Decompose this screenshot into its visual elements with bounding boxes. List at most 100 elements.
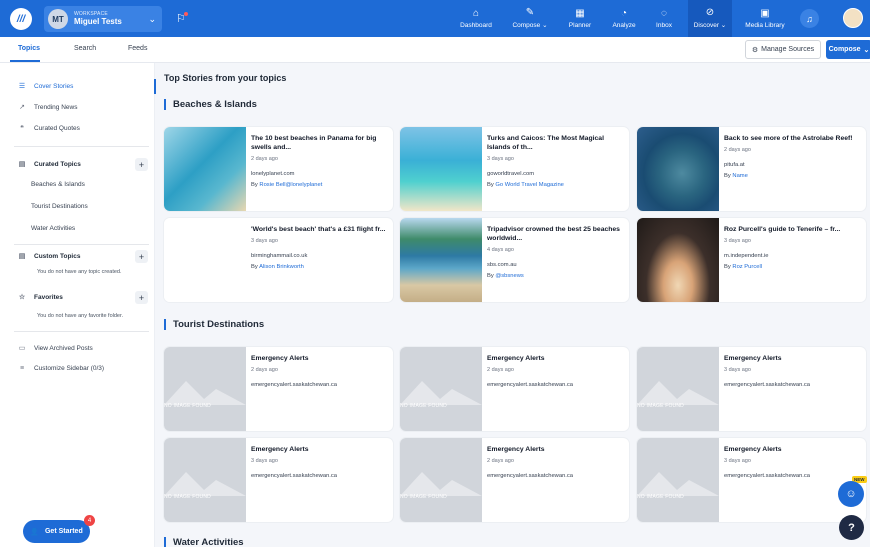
bell-icon[interactable]: ♫ [800,9,819,28]
help-button[interactable]: ? [839,515,864,540]
story-author[interactable]: Rosie Bell@lonelyplanet [259,182,322,188]
story-domain: sbs.com.au [487,262,517,268]
user-avatar[interactable] [843,8,863,28]
nav-discover[interactable]: ⊘ Discover ⌄ [688,0,732,37]
no-image-label: NO IMAGE FOUND [400,403,447,409]
sidebar-item-beaches-islands[interactable]: Beaches & Islands [31,181,85,188]
nav-label: Dashboard [460,21,492,29]
mountain-icon [400,381,482,405]
section-title-tourist: Tourist Destinations [164,319,264,330]
sidebar-item-customize[interactable]: ≡ Customize Sidebar (0/3) [18,365,104,372]
story-card[interactable]: NO IMAGE FOUND Emergency Alerts 3 days a… [164,438,393,522]
story-time: 3 days ago [724,367,751,373]
tab-topics[interactable]: Topics [18,45,40,52]
by-label: By [487,273,494,279]
story-card[interactable]: The 10 best beaches in Panama for big sw… [164,127,393,211]
story-card[interactable]: NO IMAGE FOUND Emergency Alerts 3 days a… [637,347,866,431]
compose-button[interactable]: Compose ⌄ [826,40,870,59]
divider [14,146,149,147]
media-icon: ▣ [760,7,770,19]
sidebar-item-water-activities[interactable]: Water Activities [31,225,75,232]
by-label: By [487,182,494,188]
story-card[interactable]: NO IMAGE FOUND Emergency Alerts 3 days a… [637,438,866,522]
nav-dashboard[interactable]: ⌂ Dashboard [452,0,500,37]
story-domain: emergencyalert.saskatchewan.ca [487,473,574,479]
nav-analyze[interactable]: ◔ Analyze [606,0,642,37]
story-domain: emergencyalert.saskatchewan.ca [724,473,811,479]
story-card[interactable]: 'World's best beach' that's a £31 flight… [164,218,393,302]
add-favorite-button[interactable]: + [135,291,148,304]
sidebar-item-curated-quotes[interactable]: ❝ Curated Quotes [18,124,80,133]
story-author[interactable]: Go World Travel Magazine [495,182,564,188]
assistant-bot-button[interactable]: ☺ [838,481,864,507]
nav-planner[interactable]: ▦ Planner [562,0,598,37]
story-domain: emergencyalert.saskatchewan.ca [251,382,338,388]
story-time: 2 days ago [487,458,514,464]
story-title[interactable]: 'World's best beach' that's a £31 flight… [251,225,388,234]
no-image-placeholder: NO IMAGE FOUND [637,347,719,431]
nav-compose[interactable]: ✎ Compose ⌄ [506,0,554,37]
sidebar-curated-topics-header[interactable]: ▤ Curated Topics [18,160,81,169]
story-title[interactable]: Roz Purcell's guide to Tenerife – fr... [724,225,861,234]
sidebar: ☰ Cover Stories ↗ Trending News ❝ Curate… [0,63,155,547]
story-title[interactable]: Tripadvisor crowned the best 25 beaches … [487,225,624,243]
story-author[interactable]: Alison Brinkworth [259,264,304,270]
story-title[interactable]: Turks and Caicos: The Most Magical Islan… [487,134,624,152]
story-title[interactable]: Emergency Alerts [251,354,388,363]
nav-media-library[interactable]: ▣ Media Library [740,0,790,37]
calendar-icon: ▦ [575,7,585,19]
workspace-label: WORKSPACE [74,11,108,17]
sidebar-custom-topics-header[interactable]: ▤ Custom Topics [18,252,81,261]
story-title[interactable]: Back to see more of the Astrolabe Reef! [724,134,861,143]
story-time: 4 days ago [487,247,514,253]
story-card[interactable]: Turks and Caicos: The Most Magical Islan… [400,127,629,211]
story-time: 3 days ago [724,458,751,464]
story-author[interactable]: Roz Purcell [732,264,762,270]
no-image-label: NO IMAGE FOUND [164,494,211,500]
add-curated-topic-button[interactable]: + [135,158,148,171]
no-image-placeholder: NO IMAGE FOUND [164,347,246,431]
divider [14,331,149,332]
story-author[interactable]: Name [732,173,747,179]
story-author[interactable]: @sbsnews [495,273,523,279]
nav-label: Analyze [612,21,636,29]
sidebar-item-trending-news[interactable]: ↗ Trending News [18,103,78,112]
no-image-placeholder: NO IMAGE FOUND [164,438,246,522]
story-time: 2 days ago [724,147,751,153]
story-title[interactable]: The 10 best beaches in Panama for big sw… [251,134,388,152]
app-logo[interactable]: /// [10,8,32,30]
story-title[interactable]: Emergency Alerts [724,445,861,454]
no-image-label: NO IMAGE FOUND [637,403,684,409]
story-title[interactable]: Emergency Alerts [487,445,624,454]
notification-dot [184,12,188,16]
story-card[interactable]: NO IMAGE FOUND Emergency Alerts 2 days a… [164,347,393,431]
no-image-label: NO IMAGE FOUND [400,494,447,500]
story-title[interactable]: Emergency Alerts [487,354,624,363]
tab-search[interactable]: Search [74,45,96,52]
tab-feeds[interactable]: Feeds [128,45,147,52]
story-author-line: By Roz Purcell [724,264,861,270]
story-title[interactable]: Emergency Alerts [251,445,388,454]
get-started-count-badge: 4 [84,515,95,526]
story-domain: emergencyalert.saskatchewan.ca [251,473,338,479]
add-custom-topic-button[interactable]: + [135,250,148,263]
story-author-line: By Rosie Bell@lonelyplanet [251,182,388,188]
nav-inbox[interactable]: ◌ Inbox [648,0,680,37]
story-card[interactable]: NO IMAGE FOUND Emergency Alerts 2 days a… [400,347,629,431]
sidebar-item-view-archived[interactable]: ▭ View Archived Posts [18,344,93,353]
story-card[interactable]: Tripadvisor crowned the best 25 beaches … [400,218,629,302]
get-started-button[interactable]: 👤 Get Started [23,520,90,543]
chevron-down-icon: ⌄ [863,46,870,54]
story-card[interactable]: Back to see more of the Astrolabe Reef! … [637,127,866,211]
sidebar-item-label: Trending News [34,103,78,111]
by-label: By [724,173,731,179]
sidebar-item-tourist-destinations[interactable]: Tourist Destinations [31,203,88,210]
story-card[interactable]: Roz Purcell's guide to Tenerife – fr... … [637,218,866,302]
story-title[interactable]: Emergency Alerts [724,354,861,363]
story-card[interactable]: NO IMAGE FOUND Emergency Alerts 2 days a… [400,438,629,522]
mountain-icon [637,472,719,496]
sidebar-favorites-header[interactable]: ☆ Favorites [18,293,63,302]
manage-sources-button[interactable]: ⚙ Manage Sources [745,40,821,59]
sidebar-item-cover-stories[interactable]: ☰ Cover Stories [18,82,74,91]
workspace-switcher[interactable]: MT WORKSPACE Miguel Tests ⌄ [44,6,162,32]
